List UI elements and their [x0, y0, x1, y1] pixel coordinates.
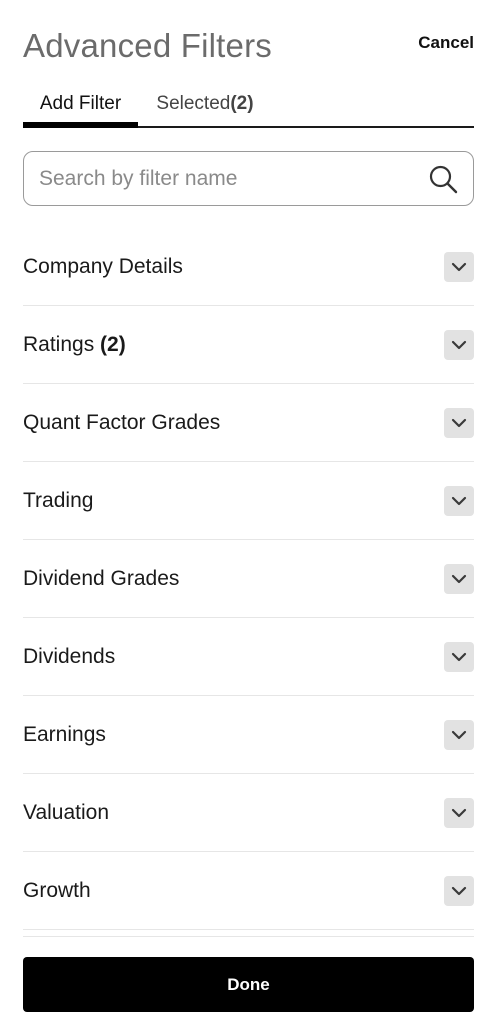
filter-category-label: Company Details: [23, 255, 183, 279]
filter-category-row[interactable]: Dividend Grades: [23, 540, 474, 618]
filter-category-name: Dividend Grades: [23, 566, 180, 590]
search-box: [23, 151, 474, 206]
tab-add-filter[interactable]: Add Filter: [23, 82, 138, 128]
list-bottom-divider: [23, 936, 474, 937]
header: Advanced Filters Cancel: [23, 22, 474, 70]
filter-category-name: Ratings: [23, 332, 95, 356]
filter-category-label: Quant Factor Grades: [23, 411, 220, 435]
filter-category-label: Growth: [23, 879, 91, 903]
filter-category-row[interactable]: Quant Factor Grades: [23, 384, 474, 462]
chevron-down-icon[interactable]: [444, 407, 474, 438]
done-button[interactable]: Done: [23, 957, 474, 1012]
filter-category-row[interactable]: Dividends: [23, 618, 474, 696]
filter-category-name: Earnings: [23, 722, 106, 746]
filter-category-name: Dividends: [23, 644, 116, 668]
page-title: Advanced Filters: [23, 27, 272, 64]
chevron-down-icon[interactable]: [444, 641, 474, 672]
chevron-down-icon[interactable]: [444, 875, 474, 906]
search-icon[interactable]: [427, 163, 459, 195]
filter-category-label: Dividends: [23, 645, 115, 669]
cancel-button[interactable]: Cancel: [418, 33, 474, 53]
filter-category-row[interactable]: Trading: [23, 462, 474, 540]
chevron-down-icon[interactable]: [444, 719, 474, 750]
filter-category-name: Trading: [23, 488, 94, 512]
tab-selected-label: Selected: [156, 93, 231, 114]
filter-category-name: Valuation: [23, 800, 110, 824]
filter-category-label: Dividend Grades: [23, 567, 179, 591]
filter-category-row[interactable]: Valuation: [23, 774, 474, 852]
filter-category-name: Company Details: [23, 254, 183, 278]
tab-selected-count: (2): [230, 93, 254, 114]
filter-category-label: Valuation: [23, 801, 109, 825]
advanced-filters-screen: Advanced Filters Cancel Add Filter Selec…: [0, 0, 497, 1024]
filter-category-row[interactable]: Company Details: [23, 228, 474, 306]
filter-category-row[interactable]: Earnings: [23, 696, 474, 774]
search-input[interactable]: [39, 166, 427, 191]
filter-category-label: Trading: [23, 489, 93, 513]
filter-category-row[interactable]: Ratings (2): [23, 306, 474, 384]
tab-selected[interactable]: Selected (2): [138, 82, 272, 126]
filter-category-name: Quant Factor Grades: [23, 410, 221, 434]
chevron-down-icon[interactable]: [444, 563, 474, 594]
chevron-down-icon[interactable]: [444, 797, 474, 828]
tab-add-filter-label: Add Filter: [39, 93, 122, 114]
filter-category-label: Ratings (2): [23, 333, 126, 357]
filter-category-list: Company Details Ratings (2) Quant Factor G…: [23, 228, 474, 930]
filter-tabs: Add Filter Selected (2): [23, 82, 474, 128]
chevron-down-icon[interactable]: [444, 251, 474, 282]
filter-category-label: Earnings: [23, 723, 106, 747]
filter-category-name: Growth: [23, 878, 91, 902]
filter-category-row[interactable]: Growth: [23, 852, 474, 930]
chevron-down-icon[interactable]: [444, 329, 474, 360]
filter-category-count: (2): [100, 332, 126, 356]
chevron-down-icon[interactable]: [444, 485, 474, 516]
